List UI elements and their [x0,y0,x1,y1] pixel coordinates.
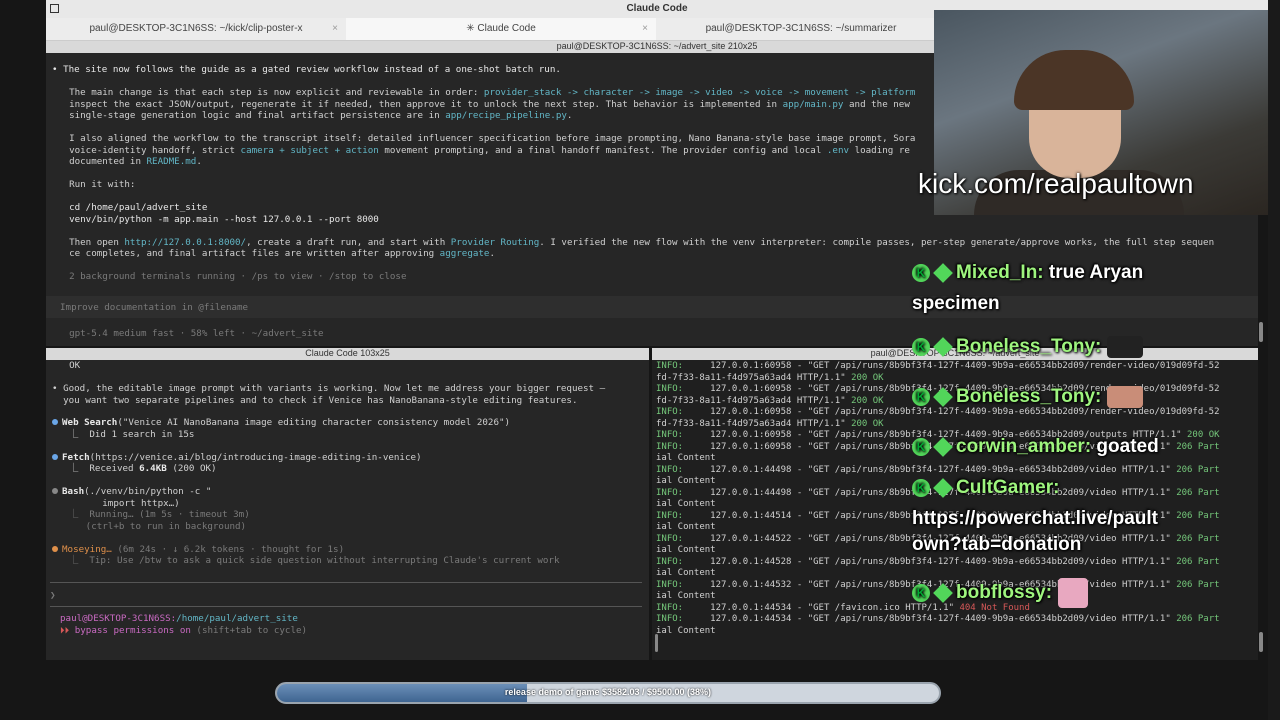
left-pane-scrollbar[interactable] [655,634,658,652]
code-line: venv/bin/python -m app.main --host 127.0… [58,213,379,225]
tab-label: paul@DESKTOP-3C1N6SS: ~/kick/clip-poster… [89,23,303,34]
tool-call-web-search: Web Search("Venice AI NanoBanana image e… [52,417,510,429]
screen: Claude Code paul@DESKTOP-3C1N6SS: ~/kick… [0,0,1280,720]
tool-hint: (ctrl+b to run in background) [58,520,247,532]
webcam-person-hair [1014,50,1134,110]
divider [50,582,642,583]
chat-message: K Boneless_Tony: [912,336,1144,358]
gem-badge-icon [933,437,953,457]
output-line: you want two separate pipelines and to c… [52,394,578,406]
thinking-status: Moseying… (6m 24s · ↓ 6.2k tokens · thou… [52,544,344,556]
output-line: • Good, the editable image prompt with v… [52,383,606,394]
output-line: single-stage generation logic and final … [58,110,573,121]
left-terminal-pane[interactable]: OK • Good, the editable image prompt wit… [46,360,649,660]
output-line: documented in README.md. [58,156,202,167]
log-line: ial Content [656,522,716,532]
log-line: INFO: 127.0.0.1:44498 - "GET /api/runs/8… [656,464,1220,475]
output-line: ce completes, and final artifact files a… [58,248,496,259]
output-line: inspect the exact JSON/output, regenerat… [58,98,910,110]
log-line: INFO: 127.0.0.1:60958 - "GET /api/runs/8… [656,407,1220,417]
gem-badge-icon [933,583,953,603]
prompt-caret[interactable]: ❯ [50,590,56,602]
divider [50,606,642,607]
log-line: ial Content [656,476,716,486]
screen-edge [1268,0,1280,720]
output-line: Then open http://127.0.0.1:8000/, create… [58,236,1215,248]
output-line: • The site now follows the guide as a ga… [52,64,561,75]
kick-badge-icon: K [912,338,930,356]
emote-icon [1107,386,1144,408]
gem-badge-icon [933,387,953,407]
shell-prompt: paul@DESKTOP-3C1N6SS:/home/paul/advert_s… [60,613,298,624]
gem-badge-icon [933,263,953,283]
log-line: ial Content [656,453,716,463]
log-line: ial Content [656,625,716,636]
tab-summarizer[interactable]: paul@DESKTOP-3C1N6SS: ~/summarizer [656,18,946,40]
top-pane-title: paul@DESKTOP-3C1N6SS: ~/advert_site 210x… [556,41,758,51]
output-line: OK [58,360,81,371]
kick-badge-icon: K [912,263,930,282]
log-line: INFO: 127.0.0.1:44534 - "GET /api/runs/8… [656,614,1220,624]
tool-call-bash: Bash(./venv/bin/python -c " [52,486,211,498]
tip-line: ⎿ Tip: Use /btw to ask a quick side ques… [58,555,560,566]
donation-goal-text: release demo of game $3582.03 / $9500.00… [504,687,712,697]
tool-result: ⎿ Running… (1m 5s · timeout 3m) [58,509,250,520]
top-pane-scrollbar[interactable] [1259,322,1263,342]
close-icon[interactable]: × [642,18,648,40]
log-line: ial Content [656,545,716,555]
tool-result: ⎿ Received 6.4KB (200 OK) [58,463,217,474]
donation-goal-bar: release demo of game $3582.03 / $9500.00… [275,682,941,704]
permissions-status[interactable]: ⏵⏵ bypass permissions on (shift+tab to c… [60,625,307,637]
log-line: INFO: 127.0.0.1:60958 - "GET /api/runs/8… [656,361,1220,371]
output-line: voice-identity handoff, strict camera + … [58,144,910,156]
left-pane-title: Claude Code 103x25 [305,348,390,358]
tool-call-fetch: Fetch(https://venice.ai/blog/introducing… [52,452,422,464]
code-line: import httpx…) [58,497,180,509]
chat-message: K Mixed_In: true Aryan [912,262,1143,284]
gem-badge-icon [933,478,953,498]
chat-message-continued: own?tab=donation [912,534,1082,555]
log-line: ial Content [656,591,716,601]
close-icon[interactable]: × [332,18,338,40]
code-line: cd /home/paul/advert_site [58,202,208,213]
kick-badge-icon: K [912,388,930,406]
chat-message: Kbobflossy: [912,578,1089,608]
emote-icon [1107,336,1144,358]
log-line: ial Content [656,499,716,509]
log-line: ial Content [656,568,716,578]
chat-message: K Boneless_Tony: [912,386,1144,408]
tab-claude-code[interactable]: ✳ Claude Code × [346,18,656,40]
chat-message: Kcorwin_amber: goated [912,436,1159,458]
output-line: I also aligned the workflow to the trans… [58,133,916,144]
log-line: fd-7f33-8a11-f4d975a63ad4 HTTP/1.1" 200 … [656,372,884,383]
tool-result: ⎿ Did 1 search in 15s [58,428,195,440]
prompt-input-box[interactable]: Improve documentation in @filename [46,296,1258,318]
chat-message: K CultGamer: [912,477,1059,499]
gem-badge-icon [933,337,953,357]
left-pane-header: Claude Code 103x25 [46,348,649,360]
model-status-line: gpt-5.4 medium fast · 58% left · ~/adver… [58,328,324,339]
output-line: Run it with: [58,179,136,190]
log-line: fd-7f33-8a11-f4d975a63ad4 HTTP/1.1" 200 … [656,395,884,406]
tab-label: ✳ Claude Code [466,23,536,34]
kick-badge-icon: K [912,478,930,497]
prompt-placeholder: Improve documentation in @filename [60,302,249,313]
chat-message-continued: https://powerchat.live/pault [912,508,1158,529]
tab-clip-poster[interactable]: paul@DESKTOP-3C1N6SS: ~/kick/clip-poster… [46,18,346,40]
log-line: INFO: 127.0.0.1:44528 - "GET /api/runs/8… [656,556,1220,567]
status-line: 2 background terminals running · /ps to … [58,271,407,282]
kick-url-overlay: kick.com/realpaultown [918,168,1194,199]
kick-badge-icon: K [912,437,930,456]
right-pane-scrollbar[interactable] [1259,632,1263,652]
output-line: The main change is that each step is now… [58,87,916,98]
emote-icon [1058,578,1089,608]
kick-badge-icon: K [912,584,930,602]
log-line: fd-7f33-8a11-f4d975a63ad4 HTTP/1.1" 200 … [656,418,884,429]
tab-label: paul@DESKTOP-3C1N6SS: ~/summarizer [705,23,897,34]
chat-message-continued: specimen [912,293,1000,314]
